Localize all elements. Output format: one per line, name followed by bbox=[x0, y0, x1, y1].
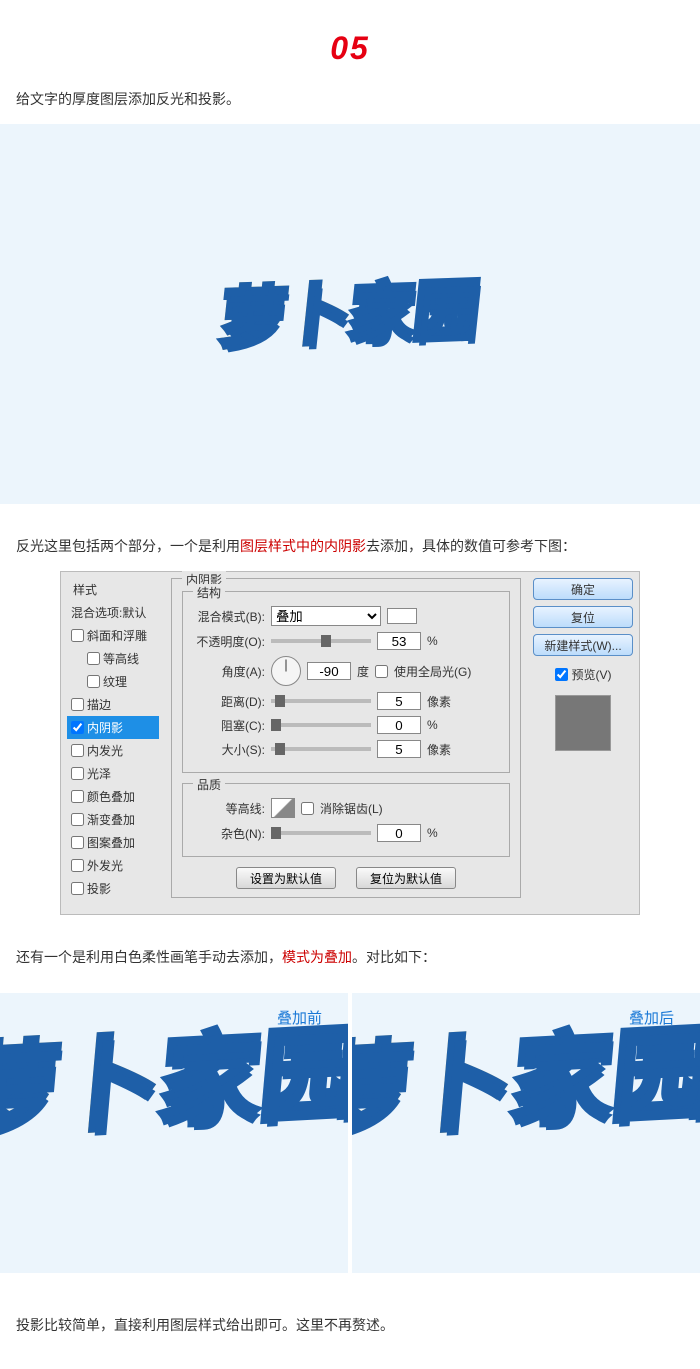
opacity-label: 不透明度(O): bbox=[193, 633, 265, 650]
style-item-texture[interactable]: 纹理 bbox=[67, 670, 159, 693]
stroke-checkbox[interactable] bbox=[71, 698, 84, 711]
global-light-checkbox[interactable] bbox=[375, 665, 388, 678]
opacity-input[interactable] bbox=[377, 632, 421, 650]
style-item-stroke[interactable]: 描边 bbox=[67, 693, 159, 716]
noise-slider[interactable] bbox=[271, 831, 371, 835]
inner-shadow-checkbox[interactable] bbox=[71, 721, 84, 734]
antialias-label: 消除锯齿(L) bbox=[320, 800, 383, 817]
style-item-satin[interactable]: 光泽 bbox=[67, 762, 159, 785]
bevel-checkbox[interactable] bbox=[71, 629, 84, 642]
style-item-pattern-overlay[interactable]: 图案叠加 bbox=[67, 831, 159, 854]
choke-slider[interactable] bbox=[271, 723, 371, 727]
structure-legend: 结构 bbox=[193, 584, 225, 601]
styles-header: 样式 bbox=[67, 578, 159, 601]
style-item-inner-shadow[interactable]: 内阴影 bbox=[67, 716, 159, 739]
sample-image: 萝卜家园 bbox=[0, 124, 700, 504]
intro-text: 给文字的厚度图层添加反光和投影。 bbox=[0, 87, 700, 124]
comparison-row: 叠加前 萝卜家园 叠加后 萝卜家园 bbox=[0, 993, 700, 1273]
styles-panel: 样式 混合选项:默认 斜面和浮雕 等高线 纹理 描边 内阴影 内发光 光泽 颜色… bbox=[67, 578, 159, 908]
inner-glow-checkbox[interactable] bbox=[71, 744, 84, 757]
preview-label: 预览(V) bbox=[572, 666, 612, 683]
choke-input[interactable] bbox=[377, 716, 421, 734]
opacity-slider[interactable] bbox=[271, 639, 371, 643]
size-slider[interactable] bbox=[271, 747, 371, 751]
contour-label: 等高线: bbox=[193, 800, 265, 817]
new-style-button[interactable]: 新建样式(W)... bbox=[533, 634, 633, 656]
drop-shadow-checkbox[interactable] bbox=[71, 882, 84, 895]
before-cell: 叠加前 萝卜家园 bbox=[0, 993, 348, 1273]
contour-picker[interactable] bbox=[271, 798, 295, 818]
quality-legend: 品质 bbox=[193, 776, 225, 793]
texture-checkbox[interactable] bbox=[87, 675, 100, 688]
style-item-bevel[interactable]: 斜面和浮雕 bbox=[67, 624, 159, 647]
pattern-overlay-checkbox[interactable] bbox=[71, 836, 84, 849]
style-item-inner-glow[interactable]: 内发光 bbox=[67, 739, 159, 762]
choke-label: 阻塞(C): bbox=[193, 717, 265, 734]
right-column: 确定 复位 新建样式(W)... 预览(V) bbox=[533, 578, 633, 908]
size-label: 大小(S): bbox=[193, 741, 265, 758]
section-number: 05 bbox=[0, 0, 700, 87]
outer-glow-checkbox[interactable] bbox=[71, 859, 84, 872]
para-2: 反光这里包括两个部分，一个是利用图层样式中的内阴影去添加，具体的数值可参考下图： bbox=[0, 534, 700, 571]
logo-word-2: 家园 bbox=[346, 274, 482, 350]
gradient-overlay-checkbox[interactable] bbox=[71, 813, 84, 826]
color-swatch[interactable] bbox=[387, 608, 417, 624]
noise-input[interactable] bbox=[377, 824, 421, 842]
after-cell: 叠加后 萝卜家园 bbox=[352, 993, 700, 1273]
size-input[interactable] bbox=[377, 740, 421, 758]
angle-label: 角度(A): bbox=[193, 663, 265, 680]
layer-style-dialog: 样式 混合选项:默认 斜面和浮雕 等高线 纹理 描边 内阴影 内发光 光泽 颜色… bbox=[60, 571, 640, 915]
angle-dial[interactable] bbox=[271, 656, 301, 686]
reset-default-button[interactable]: 复位为默认值 bbox=[356, 867, 456, 889]
ok-button[interactable]: 确定 bbox=[533, 578, 633, 600]
style-item-drop-shadow[interactable]: 投影 bbox=[67, 877, 159, 900]
color-overlay-checkbox[interactable] bbox=[71, 790, 84, 803]
distance-slider[interactable] bbox=[271, 699, 371, 703]
inner-shadow-fieldset: 内阴影 结构 混合模式(B): 叠加 不透明度(O): % 角度(A): bbox=[171, 578, 521, 898]
preview-checkbox[interactable] bbox=[555, 668, 568, 681]
settings-panel: 内阴影 结构 混合模式(B): 叠加 不透明度(O): % 角度(A): bbox=[171, 578, 521, 908]
antialias-checkbox[interactable] bbox=[301, 802, 314, 815]
distance-input[interactable] bbox=[377, 692, 421, 710]
satin-checkbox[interactable] bbox=[71, 767, 84, 780]
style-item-contour[interactable]: 等高线 bbox=[67, 647, 159, 670]
logo-word-1: 萝卜 bbox=[218, 278, 354, 354]
preview-swatch bbox=[555, 695, 611, 751]
blend-options-row[interactable]: 混合选项:默认 bbox=[67, 601, 159, 624]
blend-mode-label: 混合模式(B): bbox=[193, 608, 265, 625]
angle-input[interactable] bbox=[307, 662, 351, 680]
cancel-button[interactable]: 复位 bbox=[533, 606, 633, 628]
set-default-button[interactable]: 设置为默认值 bbox=[236, 867, 336, 889]
global-light-label: 使用全局光(G) bbox=[394, 663, 471, 680]
blend-mode-select[interactable]: 叠加 bbox=[271, 606, 381, 626]
style-item-gradient-overlay[interactable]: 渐变叠加 bbox=[67, 808, 159, 831]
noise-label: 杂色(N): bbox=[193, 825, 265, 842]
para-3: 还有一个是利用白色柔性画笔手动去添加，模式为叠加。对比如下： bbox=[0, 945, 700, 982]
last-para: 投影比较简单，直接利用图层样式给出即可。这里不再赘述。 bbox=[0, 1273, 700, 1368]
distance-label: 距离(D): bbox=[193, 693, 265, 710]
contour-checkbox[interactable] bbox=[87, 652, 100, 665]
style-item-outer-glow[interactable]: 外发光 bbox=[67, 854, 159, 877]
style-item-color-overlay[interactable]: 颜色叠加 bbox=[67, 785, 159, 808]
